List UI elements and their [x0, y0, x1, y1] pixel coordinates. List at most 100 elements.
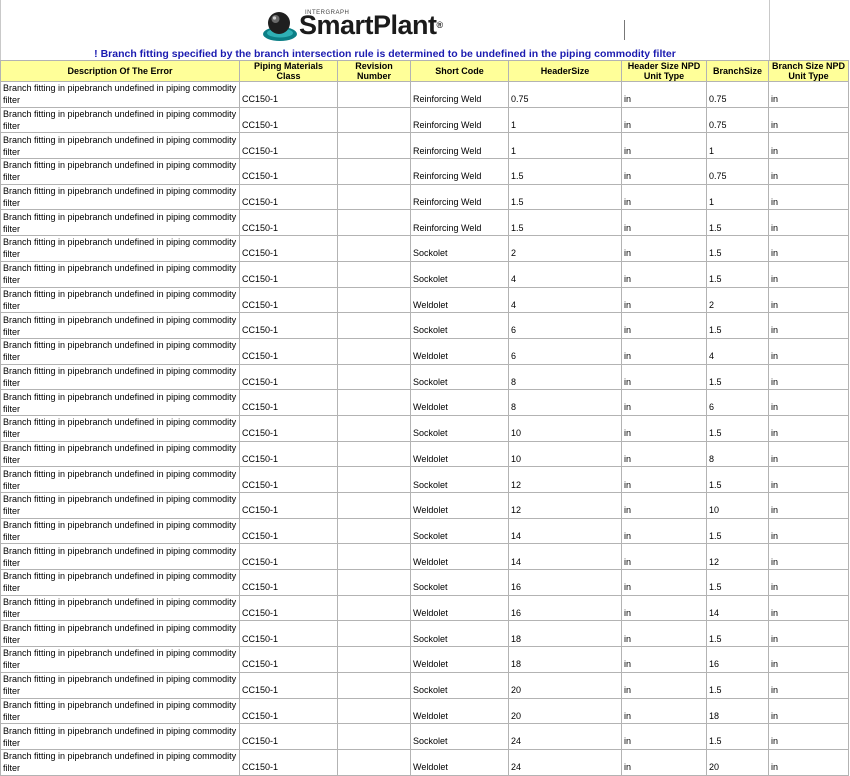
description-cell[interactable]: Branch fitting in pipebranch undefined i… — [0, 723, 240, 750]
piping-class-cell[interactable]: CC150-1 — [239, 235, 338, 262]
header-size-cell[interactable]: 10 — [508, 440, 622, 468]
short-code-cell[interactable]: Reinforcing Weld — [410, 183, 509, 211]
header-size-unit-cell[interactable]: in — [621, 543, 707, 571]
piping-class-cell[interactable]: CC150-1 — [239, 414, 338, 442]
branch-size-cell[interactable]: 16 — [706, 646, 769, 673]
header-size-unit-cell[interactable]: in — [621, 363, 707, 391]
short-code-cell[interactable]: Sockolet — [410, 723, 509, 750]
header-size-unit-cell[interactable]: in — [621, 389, 707, 416]
header-size-cell[interactable]: 4 — [508, 286, 622, 314]
header-size-unit-cell[interactable]: in — [621, 440, 707, 468]
header-size-unit-cell[interactable]: in — [621, 620, 707, 648]
header-size-unit-cell[interactable]: in — [621, 671, 707, 699]
header-size-cell[interactable]: 20 — [508, 671, 622, 699]
header-size-cell[interactable]: 1 — [508, 132, 622, 160]
revision-number-cell[interactable] — [337, 517, 411, 545]
header-size-unit-cell[interactable]: in — [621, 646, 707, 673]
header-size-unit-cell[interactable]: in — [621, 697, 707, 725]
branch-size-unit-cell[interactable]: in — [768, 363, 849, 391]
description-cell[interactable]: Branch fitting in pipebranch undefined i… — [0, 389, 240, 416]
branch-size-cell[interactable]: 1.5 — [706, 466, 769, 493]
description-cell[interactable]: Branch fitting in pipebranch undefined i… — [0, 81, 240, 108]
description-cell[interactable]: Branch fitting in pipebranch undefined i… — [0, 260, 240, 288]
header-size-unit-cell[interactable]: in — [621, 312, 707, 339]
branch-size-unit-cell[interactable]: in — [768, 466, 849, 493]
description-cell[interactable]: Branch fitting in pipebranch undefined i… — [0, 312, 240, 339]
description-cell[interactable]: Branch fitting in pipebranch undefined i… — [0, 492, 240, 519]
header-size-cell[interactable]: 24 — [508, 748, 622, 776]
branch-size-unit-cell[interactable]: in — [768, 81, 849, 108]
piping-class-cell[interactable]: CC150-1 — [239, 106, 338, 134]
piping-class-cell[interactable]: CC150-1 — [239, 569, 338, 596]
revision-number-cell[interactable] — [337, 389, 411, 416]
header-size-unit-cell[interactable]: in — [621, 723, 707, 750]
branch-size-cell[interactable]: 14 — [706, 594, 769, 622]
revision-number-cell[interactable] — [337, 337, 411, 365]
short-code-cell[interactable]: Weldolet — [410, 337, 509, 365]
branch-size-unit-cell[interactable]: in — [768, 569, 849, 596]
header-size-cell[interactable]: 12 — [508, 492, 622, 519]
revision-number-cell[interactable] — [337, 106, 411, 134]
short-code-cell[interactable]: Reinforcing Weld — [410, 158, 509, 185]
branch-size-unit-cell[interactable]: in — [768, 106, 849, 134]
piping-class-cell[interactable]: CC150-1 — [239, 209, 338, 237]
description-cell[interactable]: Branch fitting in pipebranch undefined i… — [0, 569, 240, 596]
branch-size-unit-cell[interactable]: in — [768, 312, 849, 339]
header-size-cell[interactable]: 14 — [508, 517, 622, 545]
revision-number-cell[interactable] — [337, 594, 411, 622]
branch-size-unit-cell[interactable]: in — [768, 286, 849, 314]
short-code-cell[interactable]: Weldolet — [410, 389, 509, 416]
branch-size-unit-cell[interactable]: in — [768, 183, 849, 211]
revision-number-cell[interactable] — [337, 132, 411, 160]
short-code-cell[interactable]: Weldolet — [410, 492, 509, 519]
header-size-cell[interactable]: 1.5 — [508, 209, 622, 237]
header-size-cell[interactable]: 1.5 — [508, 183, 622, 211]
header-size-cell[interactable]: 14 — [508, 543, 622, 571]
short-code-cell[interactable]: Sockolet — [410, 363, 509, 391]
revision-number-cell[interactable] — [337, 81, 411, 108]
header-size-unit-cell[interactable]: in — [621, 81, 707, 108]
piping-class-cell[interactable]: CC150-1 — [239, 81, 338, 108]
header-size-unit-cell[interactable]: in — [621, 235, 707, 262]
piping-class-cell[interactable]: CC150-1 — [239, 158, 338, 185]
branch-size-cell[interactable]: 1.5 — [706, 671, 769, 699]
branch-size-cell[interactable]: 1.5 — [706, 517, 769, 545]
revision-number-cell[interactable] — [337, 363, 411, 391]
piping-class-cell[interactable]: CC150-1 — [239, 389, 338, 416]
short-code-cell[interactable]: Sockolet — [410, 414, 509, 442]
revision-number-cell[interactable] — [337, 671, 411, 699]
short-code-cell[interactable]: Weldolet — [410, 594, 509, 622]
piping-class-cell[interactable]: CC150-1 — [239, 594, 338, 622]
column-header-header-size-unit[interactable]: Header Size NPD Unit Type — [621, 60, 707, 82]
header-size-cell[interactable]: 12 — [508, 466, 622, 493]
header-size-cell[interactable]: 4 — [508, 260, 622, 288]
piping-class-cell[interactable]: CC150-1 — [239, 620, 338, 648]
branch-size-unit-cell[interactable]: in — [768, 440, 849, 468]
revision-number-cell[interactable] — [337, 697, 411, 725]
piping-class-cell[interactable]: CC150-1 — [239, 492, 338, 519]
revision-number-cell[interactable] — [337, 158, 411, 185]
header-size-cell[interactable]: 16 — [508, 569, 622, 596]
column-header-description[interactable]: Description Of The Error — [0, 60, 240, 82]
piping-class-cell[interactable]: CC150-1 — [239, 183, 338, 211]
branch-size-cell[interactable]: 4 — [706, 337, 769, 365]
revision-number-cell[interactable] — [337, 620, 411, 648]
branch-size-unit-cell[interactable]: in — [768, 132, 849, 160]
revision-number-cell[interactable] — [337, 569, 411, 596]
header-size-unit-cell[interactable]: in — [621, 337, 707, 365]
header-size-cell[interactable]: 18 — [508, 646, 622, 673]
branch-size-cell[interactable]: 10 — [706, 492, 769, 519]
short-code-cell[interactable]: Weldolet — [410, 748, 509, 776]
piping-class-cell[interactable]: CC150-1 — [239, 671, 338, 699]
description-cell[interactable]: Branch fitting in pipebranch undefined i… — [0, 748, 240, 776]
header-size-cell[interactable]: 8 — [508, 389, 622, 416]
header-size-cell[interactable]: 10 — [508, 414, 622, 442]
header-size-unit-cell[interactable]: in — [621, 748, 707, 776]
short-code-cell[interactable]: Weldolet — [410, 646, 509, 673]
header-size-unit-cell[interactable]: in — [621, 569, 707, 596]
branch-size-cell[interactable]: 0.75 — [706, 158, 769, 185]
revision-number-cell[interactable] — [337, 235, 411, 262]
column-header-branch-size-unit[interactable]: Branch Size NPD Unit Type — [768, 60, 849, 82]
header-size-unit-cell[interactable]: in — [621, 106, 707, 134]
branch-size-unit-cell[interactable]: in — [768, 748, 849, 776]
